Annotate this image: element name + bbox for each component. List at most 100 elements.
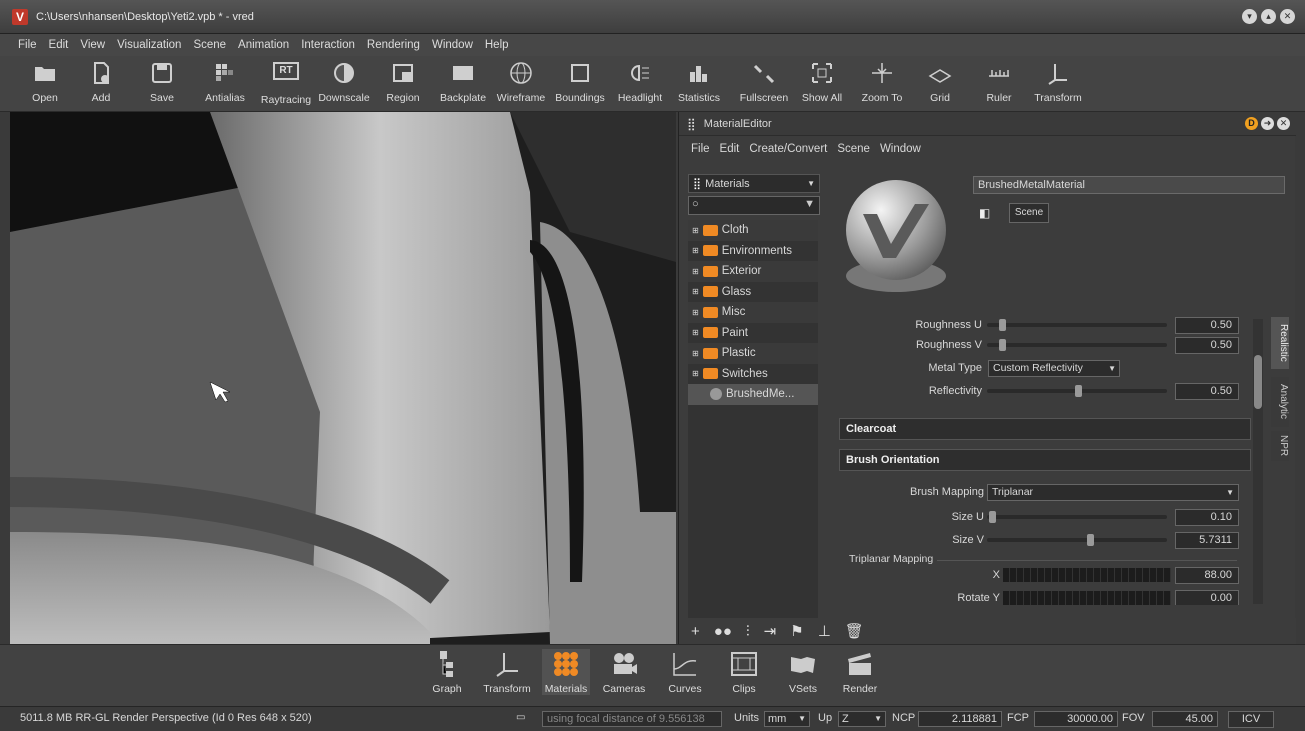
- tree-item-misc[interactable]: ⊞ Misc: [688, 302, 818, 323]
- dock-clips[interactable]: Clips: [727, 649, 761, 695]
- tree-item-glass[interactable]: ⊞ Glass: [688, 282, 818, 303]
- downscale-button[interactable]: Downscale: [317, 58, 371, 104]
- console-icon[interactable]: ▭: [516, 712, 525, 723]
- tree-item-cloth[interactable]: ⊞ Cloth: [688, 220, 818, 241]
- tree-item-switches[interactable]: ⊞ Switches: [688, 364, 818, 385]
- reflectivity-slider[interactable]: [987, 385, 1167, 397]
- material-switch-icon[interactable]: ⫶: [746, 623, 750, 640]
- roughness-u-slider[interactable]: [987, 319, 1167, 331]
- maximize-button[interactable]: ▴: [1261, 9, 1276, 24]
- materials-dropdown[interactable]: ⣿ Materials ▼: [688, 174, 820, 193]
- add-button[interactable]: Add: [86, 58, 116, 104]
- dock-render[interactable]: Render: [838, 649, 882, 695]
- filter-icon[interactable]: ▼: [804, 198, 815, 210]
- rotate-y-dial[interactable]: [1003, 591, 1171, 605]
- tree-item-paint[interactable]: ⊞ Paint: [688, 323, 818, 344]
- dock-badge-icon[interactable]: D: [1245, 117, 1258, 130]
- roughness-v-slider[interactable]: [987, 339, 1167, 351]
- menu-interaction[interactable]: Interaction: [301, 39, 355, 51]
- show-all-button[interactable]: Show All: [800, 58, 844, 104]
- metal-type-dropdown[interactable]: Custom Reflectivity ▼: [988, 359, 1120, 377]
- properties-vertical-scrollbar[interactable]: [1253, 319, 1263, 604]
- size-u-input[interactable]: 0.10: [1175, 508, 1239, 526]
- statistics-button[interactable]: Statistics: [676, 58, 722, 104]
- tree-item-exterior[interactable]: ⊞ Exterior: [688, 261, 818, 282]
- boundings-button[interactable]: Boundings: [553, 58, 607, 104]
- menu-rendering[interactable]: Rendering: [367, 39, 420, 51]
- menu-view[interactable]: View: [80, 39, 105, 51]
- raytracing-button[interactable]: RT Raytracing: [258, 58, 314, 106]
- menu-scene[interactable]: Scene: [193, 39, 226, 51]
- wireframe-button[interactable]: Wireframe: [495, 58, 547, 104]
- pick-material-icon[interactable]: ⚑: [790, 622, 803, 640]
- roughness-v-input[interactable]: 0.50: [1175, 336, 1239, 354]
- tab-analytic[interactable]: Analytic: [1271, 377, 1289, 427]
- size-v-input[interactable]: 5.7311: [1175, 531, 1239, 549]
- tree-item-environments[interactable]: ⊞ Environments: [688, 241, 818, 262]
- material-search-input[interactable]: ○ ▼: [688, 196, 820, 215]
- close-panel-button[interactable]: ✕: [1277, 117, 1290, 130]
- ncp-input[interactable]: 2.118881: [918, 711, 1002, 727]
- triplanar-x-input[interactable]: 88.00: [1175, 566, 1239, 584]
- menu-edit[interactable]: Edit: [49, 39, 69, 51]
- me-menu-file[interactable]: File: [691, 143, 710, 155]
- close-button[interactable]: ✕: [1280, 9, 1295, 24]
- menu-animation[interactable]: Animation: [238, 39, 289, 51]
- icv-button[interactable]: ICV: [1228, 711, 1274, 728]
- size-v-slider[interactable]: [987, 534, 1167, 546]
- apply-material-icon[interactable]: ⊥: [818, 622, 831, 640]
- clearcoat-section[interactable]: Clearcoat: [839, 418, 1251, 440]
- region-button[interactable]: Region: [385, 58, 421, 104]
- scene-button[interactable]: Scene: [1009, 203, 1049, 223]
- focal-distance-input[interactable]: using focal distance of 9.556138: [542, 711, 722, 727]
- ruler-button[interactable]: Ruler: [984, 58, 1014, 104]
- brush-mapping-dropdown[interactable]: Triplanar ▼: [987, 483, 1239, 501]
- roughness-u-input[interactable]: 0.50: [1175, 316, 1239, 334]
- dock-vsets[interactable]: VSets: [784, 649, 822, 695]
- tag-icon[interactable]: ◧: [979, 206, 990, 220]
- menu-file[interactable]: File: [18, 39, 37, 51]
- zoom-to-button[interactable]: Zoom To: [860, 58, 904, 104]
- tree-item-plastic[interactable]: ⊞ Plastic: [688, 343, 818, 364]
- fov-input[interactable]: 45.00: [1152, 711, 1218, 727]
- dock-curves[interactable]: Curves: [664, 649, 706, 695]
- triplanar-x-dial[interactable]: [1003, 568, 1171, 582]
- me-menu-create-convert[interactable]: Create/Convert: [749, 143, 827, 155]
- transform-button[interactable]: Transform: [1030, 58, 1086, 104]
- me-menu-edit[interactable]: Edit: [720, 143, 740, 155]
- delete-icon[interactable]: 🗑: [845, 622, 864, 640]
- tree-item-brushed-metal[interactable]: BrushedMe...: [688, 384, 818, 405]
- me-menu-scene[interactable]: Scene: [837, 143, 870, 155]
- float-panel-button[interactable]: ➜: [1261, 117, 1274, 130]
- headlight-button[interactable]: Headlight: [614, 58, 666, 104]
- minimize-button[interactable]: ▾: [1242, 9, 1257, 24]
- menu-visualization[interactable]: Visualization: [117, 39, 181, 51]
- reflectivity-input[interactable]: 0.50: [1175, 382, 1239, 400]
- size-u-slider[interactable]: [987, 511, 1167, 523]
- dock-cameras[interactable]: Cameras: [600, 649, 648, 695]
- render-viewport[interactable]: [10, 112, 676, 644]
- fcp-input[interactable]: 30000.00: [1034, 711, 1118, 727]
- antialias-button[interactable]: Antialias: [204, 58, 246, 104]
- material-name-field[interactable]: BrushedMetalMaterial: [973, 176, 1285, 194]
- save-button[interactable]: Save: [146, 58, 178, 104]
- tab-realistic[interactable]: Realistic: [1271, 317, 1289, 369]
- dock-graph[interactable]: Graph: [432, 649, 462, 695]
- backplate-button[interactable]: Backplate: [438, 58, 488, 104]
- assign-material-icon[interactable]: ⇥: [764, 622, 777, 640]
- dock-transform[interactable]: Transform: [482, 649, 532, 695]
- menu-help[interactable]: Help: [485, 39, 509, 51]
- grid-button[interactable]: Grid: [926, 58, 954, 104]
- open-button[interactable]: Open: [30, 58, 60, 104]
- up-axis-dropdown[interactable]: Z ▼: [838, 711, 886, 727]
- units-dropdown[interactable]: mm ▼: [764, 711, 810, 727]
- menu-window[interactable]: Window: [432, 39, 473, 51]
- tab-npr[interactable]: NPR: [1271, 431, 1289, 461]
- rotate-y-input[interactable]: 0.00: [1175, 589, 1239, 605]
- me-menu-window[interactable]: Window: [880, 143, 921, 155]
- dock-materials[interactable]: Materials: [542, 649, 590, 695]
- fullscreen-button[interactable]: Fullscreen: [738, 58, 790, 104]
- material-group-icon[interactable]: ●●: [714, 623, 732, 640]
- add-material-icon[interactable]: +: [691, 623, 700, 640]
- brush-orientation-section[interactable]: Brush Orientation: [839, 449, 1251, 471]
